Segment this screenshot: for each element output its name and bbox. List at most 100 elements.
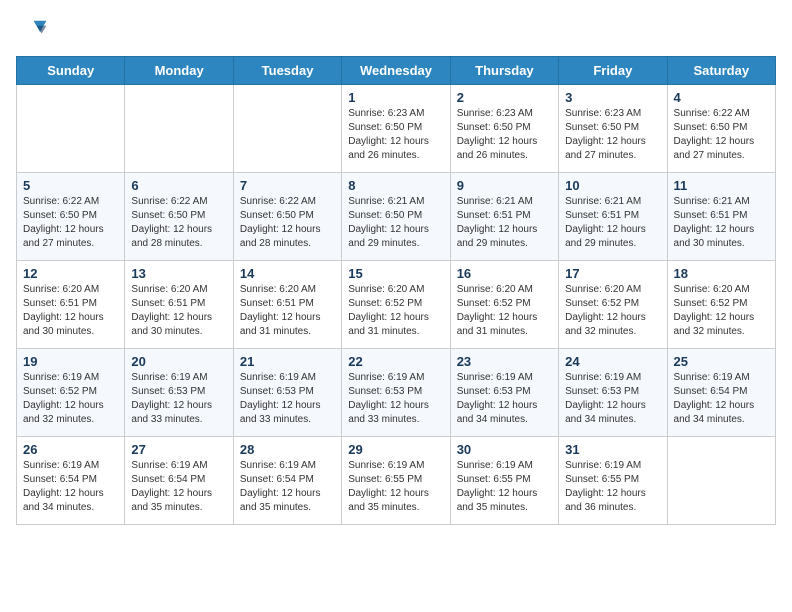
- calendar-cell: 12 Sunrise: 6:20 AM Sunset: 6:51 PM Dayli…: [17, 261, 125, 349]
- calendar-cell: 1 Sunrise: 6:23 AM Sunset: 6:50 PM Daylig…: [342, 85, 450, 173]
- day-info: Sunrise: 6:19 AM Sunset: 6:55 PM Dayligh…: [565, 459, 660, 515]
- day-info: Sunrise: 6:19 AM Sunset: 6:53 PM Dayligh…: [131, 371, 226, 427]
- calendar-cell: [17, 85, 125, 173]
- calendar-cell: 21 Sunrise: 6:19 AM Sunset: 6:53 PM Dayli…: [233, 349, 341, 437]
- calendar-cell: 2 Sunrise: 6:23 AM Sunset: 6:50 PM Daylig…: [450, 85, 558, 173]
- calendar-week-2: 5Sunrise: 6:22 AM Sunset: 6:50 PM Daylig…: [17, 173, 776, 261]
- calendar-cell: 4Sunrise: 6:22 AM Sunset: 6:50 PM Daylig…: [667, 85, 775, 173]
- calendar-cell: 9 Sunrise: 6:21 AM Sunset: 6:51 PM Daylig…: [450, 173, 558, 261]
- calendar-cell: 5Sunrise: 6:22 AM Sunset: 6:50 PM Daylig…: [17, 173, 125, 261]
- calendar-table: SundayMondayTuesdayWednesdayThursdayFrid…: [16, 56, 776, 525]
- day-info: Sunrise: 6:20 AM Sunset: 6:52 PM Dayligh…: [565, 283, 660, 339]
- calendar-cell: 19 Sunrise: 6:19 AM Sunset: 6:52 PM Dayli…: [17, 349, 125, 437]
- day-info: Sunrise: 6:21 AM Sunset: 6:51 PM Dayligh…: [674, 195, 769, 251]
- calendar-cell: 18Sunrise: 6:20 AM Sunset: 6:52 PM Dayli…: [667, 261, 775, 349]
- day-info: Sunrise: 6:19 AM Sunset: 6:52 PM Dayligh…: [23, 371, 118, 427]
- day-number: 8: [348, 178, 443, 193]
- logo-icon: [16, 16, 48, 48]
- day-number: 27: [131, 442, 226, 457]
- calendar-cell: [233, 85, 341, 173]
- day-number: 24: [565, 354, 660, 369]
- calendar-cell: 24Sunrise: 6:19 AM Sunset: 6:53 PM Dayli…: [559, 349, 667, 437]
- day-info: Sunrise: 6:19 AM Sunset: 6:54 PM Dayligh…: [131, 459, 226, 515]
- day-info: Sunrise: 6:19 AM Sunset: 6:55 PM Dayligh…: [457, 459, 552, 515]
- calendar-week-4: 19 Sunrise: 6:19 AM Sunset: 6:52 PM Dayli…: [17, 349, 776, 437]
- day-info: Sunrise: 6:20 AM Sunset: 6:51 PM Dayligh…: [23, 283, 118, 339]
- day-number: 15: [348, 266, 443, 281]
- day-number: 7: [240, 178, 335, 193]
- day-info: Sunrise: 6:19 AM Sunset: 6:54 PM Dayligh…: [674, 371, 769, 427]
- day-info: Sunrise: 6:23 AM Sunset: 6:50 PM Dayligh…: [565, 107, 660, 163]
- day-info: Sunrise: 6:22 AM Sunset: 6:50 PM Dayligh…: [240, 195, 335, 251]
- day-number: 18: [674, 266, 769, 281]
- calendar-cell: 17 Sunrise: 6:20 AM Sunset: 6:52 PM Dayli…: [559, 261, 667, 349]
- calendar-cell: 6Sunrise: 6:22 AM Sunset: 6:50 PM Daylig…: [125, 173, 233, 261]
- calendar-cell: 15Sunrise: 6:20 AM Sunset: 6:52 PM Dayli…: [342, 261, 450, 349]
- calendar-cell: 8 Sunrise: 6:21 AM Sunset: 6:50 PM Daylig…: [342, 173, 450, 261]
- weekday-header-thursday: Thursday: [450, 57, 558, 85]
- weekday-header-sunday: Sunday: [17, 57, 125, 85]
- calendar-cell: 26 Sunrise: 6:19 AM Sunset: 6:54 PM Dayli…: [17, 437, 125, 525]
- day-number: 1: [348, 90, 443, 105]
- calendar-cell: [125, 85, 233, 173]
- day-number: 12: [23, 266, 118, 281]
- day-info: Sunrise: 6:20 AM Sunset: 6:52 PM Dayligh…: [457, 283, 552, 339]
- day-info: Sunrise: 6:21 AM Sunset: 6:51 PM Dayligh…: [457, 195, 552, 251]
- day-info: Sunrise: 6:23 AM Sunset: 6:50 PM Dayligh…: [457, 107, 552, 163]
- logo: [16, 16, 52, 48]
- calendar-cell: 10 Sunrise: 6:21 AM Sunset: 6:51 PM Dayli…: [559, 173, 667, 261]
- weekday-header-monday: Monday: [125, 57, 233, 85]
- weekday-header-tuesday: Tuesday: [233, 57, 341, 85]
- calendar-cell: 20 Sunrise: 6:19 AM Sunset: 6:53 PM Dayli…: [125, 349, 233, 437]
- day-info: Sunrise: 6:23 AM Sunset: 6:50 PM Dayligh…: [348, 107, 443, 163]
- day-info: Sunrise: 6:22 AM Sunset: 6:50 PM Dayligh…: [23, 195, 118, 251]
- day-number: 9: [457, 178, 552, 193]
- calendar-cell: 7 Sunrise: 6:22 AM Sunset: 6:50 PM Daylig…: [233, 173, 341, 261]
- day-number: 14: [240, 266, 335, 281]
- day-number: 6: [131, 178, 226, 193]
- day-number: 23: [457, 354, 552, 369]
- calendar-cell: 28Sunrise: 6:19 AM Sunset: 6:54 PM Dayli…: [233, 437, 341, 525]
- calendar-week-5: 26 Sunrise: 6:19 AM Sunset: 6:54 PM Dayli…: [17, 437, 776, 525]
- day-info: Sunrise: 6:21 AM Sunset: 6:50 PM Dayligh…: [348, 195, 443, 251]
- day-number: 29: [348, 442, 443, 457]
- page-header: [16, 16, 776, 48]
- calendar-cell: 29Sunrise: 6:19 AM Sunset: 6:55 PM Dayli…: [342, 437, 450, 525]
- weekday-header-saturday: Saturday: [667, 57, 775, 85]
- day-number: 28: [240, 442, 335, 457]
- calendar-cell: 22 Sunrise: 6:19 AM Sunset: 6:53 PM Dayli…: [342, 349, 450, 437]
- day-number: 30: [457, 442, 552, 457]
- day-info: Sunrise: 6:19 AM Sunset: 6:54 PM Dayligh…: [23, 459, 118, 515]
- calendar-week-1: 1 Sunrise: 6:23 AM Sunset: 6:50 PM Daylig…: [17, 85, 776, 173]
- day-info: Sunrise: 6:21 AM Sunset: 6:51 PM Dayligh…: [565, 195, 660, 251]
- day-number: 21: [240, 354, 335, 369]
- calendar-cell: 13 Sunrise: 6:20 AM Sunset: 6:51 PM Dayli…: [125, 261, 233, 349]
- day-number: 22: [348, 354, 443, 369]
- calendar-cell: 3 Sunrise: 6:23 AM Sunset: 6:50 PM Daylig…: [559, 85, 667, 173]
- day-info: Sunrise: 6:19 AM Sunset: 6:53 PM Dayligh…: [348, 371, 443, 427]
- calendar-cell: 31Sunrise: 6:19 AM Sunset: 6:55 PM Dayli…: [559, 437, 667, 525]
- day-number: 10: [565, 178, 660, 193]
- day-number: 20: [131, 354, 226, 369]
- day-number: 4: [674, 90, 769, 105]
- day-number: 17: [565, 266, 660, 281]
- day-number: 3: [565, 90, 660, 105]
- weekday-header-wednesday: Wednesday: [342, 57, 450, 85]
- day-info: Sunrise: 6:19 AM Sunset: 6:53 PM Dayligh…: [240, 371, 335, 427]
- calendar-cell: 30 Sunrise: 6:19 AM Sunset: 6:55 PM Dayli…: [450, 437, 558, 525]
- day-number: 19: [23, 354, 118, 369]
- calendar-cell: 14 Sunrise: 6:20 AM Sunset: 6:51 PM Dayli…: [233, 261, 341, 349]
- calendar-cell: 16 Sunrise: 6:20 AM Sunset: 6:52 PM Dayli…: [450, 261, 558, 349]
- day-number: 13: [131, 266, 226, 281]
- day-number: 11: [674, 178, 769, 193]
- day-info: Sunrise: 6:20 AM Sunset: 6:51 PM Dayligh…: [131, 283, 226, 339]
- day-info: Sunrise: 6:20 AM Sunset: 6:51 PM Dayligh…: [240, 283, 335, 339]
- calendar-cell: 27 Sunrise: 6:19 AM Sunset: 6:54 PM Dayli…: [125, 437, 233, 525]
- day-number: 2: [457, 90, 552, 105]
- weekday-header-friday: Friday: [559, 57, 667, 85]
- day-info: Sunrise: 6:19 AM Sunset: 6:53 PM Dayligh…: [457, 371, 552, 427]
- weekday-header-row: SundayMondayTuesdayWednesdayThursdayFrid…: [17, 57, 776, 85]
- day-number: 25: [674, 354, 769, 369]
- day-number: 16: [457, 266, 552, 281]
- day-number: 26: [23, 442, 118, 457]
